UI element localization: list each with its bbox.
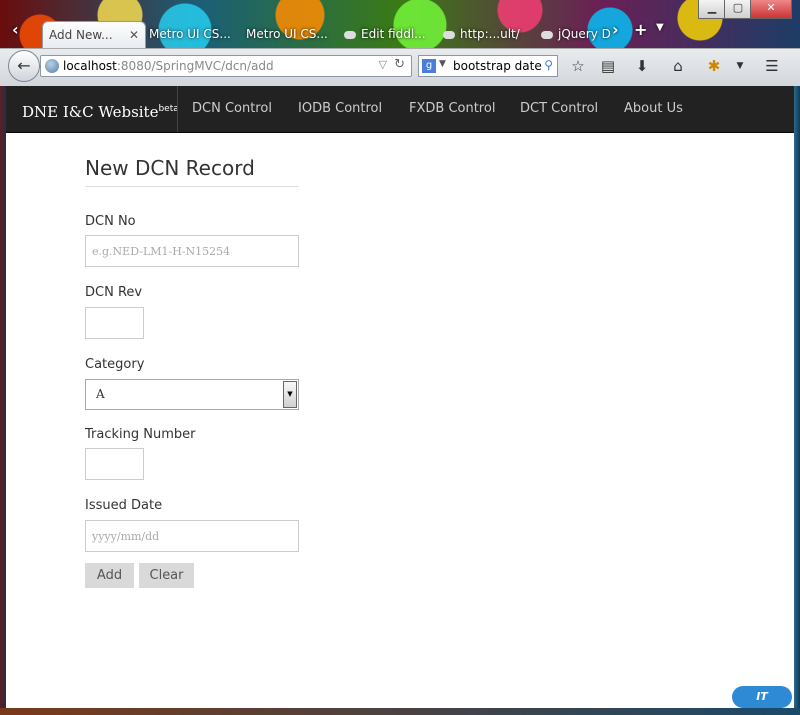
new-tab-icon[interactable]: + bbox=[634, 20, 647, 39]
tab-add-new[interactable]: Add New... ✕ bbox=[42, 21, 146, 49]
window-frame-right bbox=[794, 86, 800, 715]
bookmarks-list-icon[interactable]: ▤ bbox=[598, 56, 618, 76]
cloud-icon bbox=[541, 30, 553, 39]
nav-iodb-control[interactable]: IODB Control bbox=[298, 86, 382, 132]
tab-metro-ui-1[interactable]: Metro UI CS... bbox=[143, 21, 239, 48]
page-content: DNE I&C Websitebeta DCN Control IODB Con… bbox=[6, 86, 794, 708]
minimize-button[interactable]: ▁ bbox=[698, 0, 726, 19]
form-title: New DCN Record bbox=[85, 156, 255, 180]
scroll-tabs-right-icon[interactable]: › bbox=[612, 20, 619, 39]
home-icon[interactable]: ⌂ bbox=[668, 56, 688, 76]
browser-chrome: ▁ ▢ ✕ ‹ Add New... ✕ Metro UI CS... Metr… bbox=[0, 0, 800, 87]
dropdown-arrow-icon[interactable]: ▼ bbox=[283, 381, 297, 408]
engine-dropdown-icon[interactable]: ▼ bbox=[439, 59, 446, 69]
tab-edit-fiddle[interactable]: Edit fiddl... bbox=[338, 21, 434, 48]
category-selected-value: A bbox=[96, 387, 105, 401]
close-window-button[interactable]: ✕ bbox=[750, 0, 792, 19]
tab-strip: ‹ Add New... ✕ Metro UI CS... Metro UI C… bbox=[0, 18, 800, 49]
search-input-value: bootstrap date bbox=[453, 59, 542, 73]
nav-divider bbox=[177, 86, 178, 132]
url-text: localhost:8080/SpringMVC/dcn/add bbox=[63, 59, 274, 73]
nav-about-us[interactable]: About Us bbox=[624, 86, 683, 132]
tab-label: Metro UI CS... bbox=[246, 27, 328, 41]
nav-dct-control[interactable]: DCT Control bbox=[520, 86, 598, 132]
reload-icon[interactable]: ↻ bbox=[394, 57, 405, 72]
cloud-icon bbox=[344, 30, 356, 39]
title-divider bbox=[85, 186, 299, 187]
tab-jquery[interactable]: jQuery D bbox=[535, 21, 613, 48]
nav-fxdb-control[interactable]: FXDB Control bbox=[409, 86, 495, 132]
tab-http[interactable]: http:...ult/ bbox=[437, 21, 535, 48]
nav-dcn-control[interactable]: DCN Control bbox=[192, 86, 272, 132]
tab-label: jQuery D bbox=[558, 27, 611, 41]
download-icon[interactable]: ⬇ bbox=[632, 56, 652, 76]
site-navbar: DNE I&C Websitebeta DCN Control IODB Con… bbox=[6, 86, 794, 133]
issued-date-label: Issued Date bbox=[85, 498, 163, 513]
clear-button[interactable]: Clear bbox=[139, 563, 194, 588]
search-icon[interactable]: ⚲ bbox=[544, 58, 553, 72]
dcn-rev-label: DCN Rev bbox=[85, 285, 143, 300]
list-tabs-icon[interactable]: ▼ bbox=[656, 22, 664, 33]
globe-icon bbox=[45, 59, 59, 73]
cloud-icon bbox=[443, 30, 455, 39]
menu-icon[interactable]: ☰ bbox=[762, 56, 782, 76]
address-bar[interactable]: localhost:8080/SpringMVC/dcn/add ▽ ↻ bbox=[40, 55, 412, 77]
category-select[interactable]: A ▼ bbox=[85, 379, 299, 410]
maximize-button[interactable]: ▢ bbox=[724, 0, 752, 19]
addon-dropdown-icon[interactable]: ▼ bbox=[730, 56, 750, 76]
tracking-number-label: Tracking Number bbox=[85, 427, 196, 442]
issued-date-input[interactable] bbox=[85, 520, 299, 552]
dcn-rev-input[interactable] bbox=[85, 307, 144, 339]
itbang-watermark-logo: IT bbox=[732, 686, 792, 708]
back-button[interactable]: ← bbox=[8, 50, 40, 82]
close-tab-icon[interactable]: ✕ bbox=[129, 22, 139, 49]
google-icon[interactable]: g bbox=[422, 59, 436, 73]
dcn-no-input[interactable] bbox=[85, 235, 299, 267]
search-bar[interactable]: g ▼ bootstrap date ⚲ bbox=[418, 55, 558, 77]
tab-label: http:...ult/ bbox=[460, 27, 520, 41]
category-label: Category bbox=[85, 357, 145, 372]
window-frame-bottom bbox=[0, 708, 800, 715]
tab-label: Metro UI CS... bbox=[149, 27, 231, 41]
tracking-number-input[interactable] bbox=[85, 448, 144, 480]
tab-label: Add New... bbox=[49, 28, 113, 42]
url-history-dropdown-icon[interactable]: ▽ bbox=[379, 58, 387, 71]
bookmark-star-icon[interactable]: ☆ bbox=[568, 56, 588, 76]
add-button[interactable]: Add bbox=[85, 563, 134, 588]
tab-label: Edit fiddl... bbox=[361, 27, 426, 41]
tab-metro-ui-2[interactable]: Metro UI CS... bbox=[240, 21, 336, 48]
site-brand[interactable]: DNE I&C Websitebeta bbox=[22, 86, 179, 132]
scroll-tabs-left-icon[interactable]: ‹ bbox=[12, 20, 19, 39]
dcn-no-label: DCN No bbox=[85, 214, 136, 229]
addon-icon[interactable]: ✱ bbox=[704, 56, 724, 76]
